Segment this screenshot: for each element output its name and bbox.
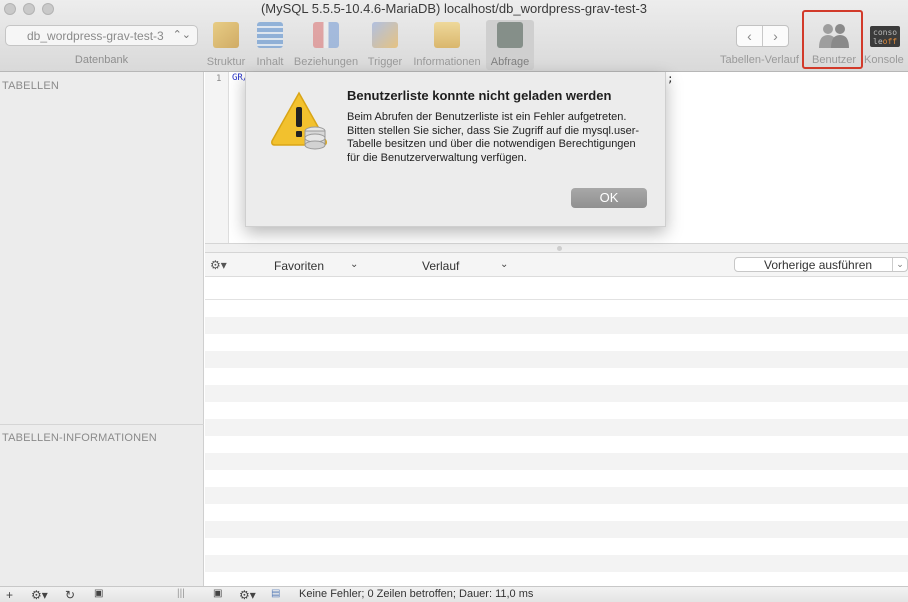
structure-button[interactable]: Struktur [205, 20, 247, 70]
chevron-updown-icon: ⌃⌄ [172, 29, 191, 41]
splitter-handle[interactable] [557, 246, 562, 251]
table-row [205, 300, 908, 317]
window-toolbar: (MySQL 5.5.5-10.4.6-MariaDB) localhost/d… [0, 0, 908, 72]
error-dialog: Benutzerliste konnte nicht geladen werde… [245, 72, 666, 227]
database-label: Datenbank [74, 54, 129, 66]
table-row [205, 402, 908, 419]
dialog-title: Benutzerliste konnte nicht geladen werde… [347, 88, 612, 103]
table-row [205, 555, 908, 572]
window-title: (MySQL 5.5.5-10.4.6-MariaDB) localhost/d… [260, 1, 648, 16]
tables-header: TABELLEN [2, 80, 60, 92]
history-menu[interactable]: Verlauf [422, 259, 459, 273]
console-log-icon[interactable]: ▤ [271, 588, 280, 599]
table-row [205, 385, 908, 402]
chevron-down-icon[interactable]: ⌄ [350, 259, 358, 270]
table-content-icon [257, 22, 283, 48]
table-row [205, 334, 908, 351]
query-button[interactable]: Abfrage [486, 20, 534, 70]
gear-menu-icon[interactable]: ⚙▾ [239, 588, 256, 602]
bottom-bar: + ⚙▾ ↻ ▣ ||| ▣ ⚙▾ ▤ Keine Fehler; 0 Zeil… [0, 586, 908, 602]
table-row [205, 436, 908, 453]
users-label: Benutzer [812, 54, 857, 66]
chevron-down-icon[interactable]: ⌄ [500, 259, 508, 270]
sidebar: TABELLEN TABELLEN-INFORMATIONEN [0, 72, 204, 586]
status-message: Keine Fehler; 0 Zeilen betroffen; Dauer:… [299, 588, 534, 600]
favorites-menu[interactable]: Favoriten [274, 259, 324, 273]
relations-icon [313, 22, 339, 48]
table-row [205, 487, 908, 504]
add-table-icon[interactable]: + [6, 588, 13, 602]
console-icon-text: conso [873, 28, 898, 37]
information-button[interactable]: Informationen [410, 20, 484, 70]
query-label: Abfrage [490, 56, 530, 68]
table-row [205, 368, 908, 385]
database-select[interactable]: db_wordpress-grav-test-3 ⌃⌄ [5, 25, 198, 46]
query-bar: ⚙▾ Favoriten ⌄ Verlauf ⌄ Vorherige ausfü… [205, 253, 908, 277]
table-row [205, 317, 908, 334]
warning-database-icon [271, 91, 327, 150]
panel-toggle-icon[interactable]: ▣ [213, 588, 222, 599]
console-icon[interactable]: conso leoff [870, 26, 900, 47]
gear-menu-icon[interactable]: ⚙▾ [210, 258, 227, 272]
database-select-value: db_wordpress-grav-test-3 [27, 29, 164, 43]
trigger-label: Trigger [367, 56, 403, 68]
table-row [205, 351, 908, 368]
relations-label: Beziehungen [293, 56, 359, 68]
chevron-down-icon[interactable]: ⌄ [892, 258, 907, 271]
content-button[interactable]: Inhalt [253, 20, 287, 70]
console-icon-text: leoff [873, 37, 898, 46]
users-icon [819, 24, 849, 48]
content-label: Inhalt [256, 56, 284, 68]
structure-label: Struktur [206, 56, 246, 68]
console-label: Konsole [864, 54, 904, 66]
history-nav: ‹ › [736, 25, 789, 47]
filter-toggle-icon[interactable]: ▣ [94, 588, 103, 599]
query-terminal-icon [497, 22, 523, 48]
gear-menu-icon[interactable]: ⚙▾ [31, 588, 48, 602]
trigger-button[interactable]: Trigger [366, 20, 404, 70]
trigger-icon [372, 22, 398, 48]
ok-button[interactable]: OK [571, 188, 647, 208]
table-row [205, 521, 908, 538]
line-gutter: 1 [205, 72, 229, 244]
results-header [205, 278, 908, 300]
run-previous-label: Vorherige ausführen [764, 258, 873, 272]
information-label: Informationen [413, 56, 481, 68]
line-number: 1 [216, 74, 222, 84]
query-text-end: ; [667, 72, 674, 85]
table-row [205, 453, 908, 470]
table-info-header: TABELLEN-INFORMATIONEN [2, 432, 157, 444]
resize-handle-icon[interactable]: ||| [177, 588, 185, 599]
refresh-icon[interactable]: ↻ [65, 588, 75, 602]
table-row [205, 504, 908, 521]
back-button[interactable]: ‹ [737, 26, 763, 46]
sidebar-divider[interactable] [0, 424, 204, 425]
results-table[interactable] [205, 278, 908, 586]
structure-icon [213, 22, 239, 48]
table-row [205, 470, 908, 487]
history-label: Tabellen-Verlauf [720, 54, 799, 66]
table-row [205, 538, 908, 555]
dialog-message: Beim Abrufen der Benutzerliste ist ein F… [347, 111, 640, 164]
info-icon [434, 22, 460, 48]
forward-button[interactable]: › [763, 26, 788, 46]
table-row [205, 419, 908, 436]
editor-splitter[interactable] [205, 243, 908, 253]
run-previous-button[interactable]: Vorherige ausführen ⌄ [734, 257, 908, 272]
relations-button[interactable]: Beziehungen [293, 20, 359, 70]
